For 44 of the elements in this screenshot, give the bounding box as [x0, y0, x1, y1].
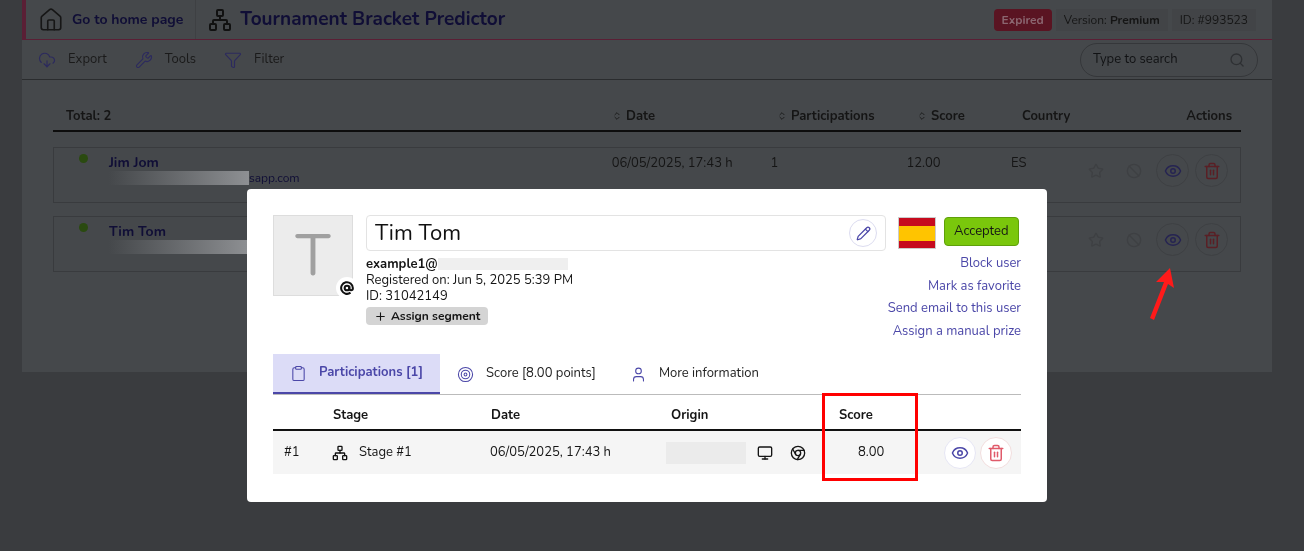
action-link[interactable]: Block user: [960, 252, 1021, 275]
assign-segment-button[interactable]: Assign segment: [366, 307, 489, 325]
action-link[interactable]: Mark as favorite: [928, 274, 1021, 297]
column-header: Origin: [671, 405, 710, 425]
trash-icon: [1202, 230, 1221, 249]
search-icon: [1228, 50, 1245, 69]
registered-date: Registered on: Jun 5, 2025 5:39 PM: [366, 272, 573, 288]
pencil-icon: [855, 225, 871, 241]
plus-icon: [374, 309, 387, 323]
filter-icon: [224, 50, 243, 69]
tab[interactable]: Participations [1]: [273, 354, 441, 394]
target-icon: [457, 365, 475, 383]
sort-icon: [917, 111, 927, 122]
email-text: sapp.com: [248, 171, 300, 185]
sort-icon: [777, 111, 787, 122]
page-title: Tournament Bracket Predictor: [240, 5, 506, 34]
bracket-icon: [332, 444, 348, 461]
column-header: Score: [839, 405, 873, 425]
wrench-icon: [134, 50, 153, 69]
sort-icon: [612, 111, 622, 122]
tab[interactable]: Score [8.00 points]: [440, 354, 613, 394]
bracket-icon: [208, 7, 233, 32]
row-number: #1: [284, 442, 301, 463]
clipboard-icon: [290, 364, 307, 382]
status-badge: Accepted: [944, 217, 1019, 246]
browser-icon: [790, 444, 806, 461]
avatar-letter: T: [295, 226, 331, 285]
table-cell-text: 8.00: [858, 442, 886, 463]
trash-icon: [1202, 161, 1221, 180]
spain-flag-icon: [898, 217, 936, 249]
trash-icon: [987, 443, 1005, 462]
action-link[interactable]: Send email to this user: [887, 297, 1021, 320]
email-text: example1@: [366, 256, 438, 272]
stage-name: Stage #1: [359, 442, 413, 463]
table-cell-text: 06/05/2025, 17:43 h: [490, 442, 612, 463]
column-header: Date: [491, 405, 521, 425]
cloud-download-icon: [38, 50, 56, 69]
user-id: ID: 31042149: [366, 288, 449, 304]
monitor-icon: [757, 444, 773, 461]
home-icon: [38, 6, 64, 33]
tab[interactable]: More information: [612, 354, 776, 394]
status-badge: Expired: [993, 8, 1052, 31]
action-link[interactable]: Assign a manual prize: [892, 319, 1021, 342]
column-header: Stage: [333, 405, 370, 425]
